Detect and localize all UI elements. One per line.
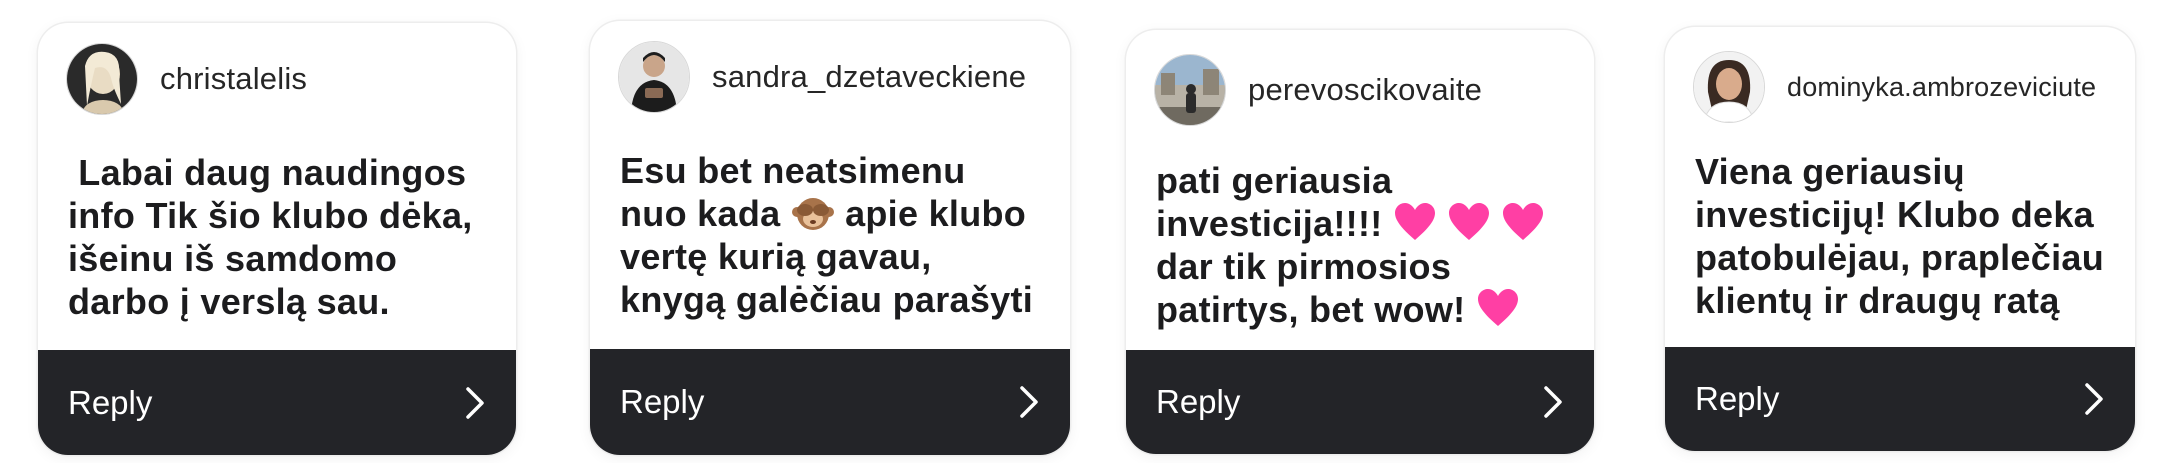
message-line: knygą galėčiau parašyti	[620, 279, 1034, 320]
reply-label: Reply	[68, 383, 153, 421]
message-line: išeinu iš samdomo	[68, 238, 398, 279]
chevron-right-icon	[1020, 386, 1038, 418]
reply-button[interactable]: Reply	[1665, 347, 2135, 451]
card-header: sandra_dzetaveckiene	[618, 41, 1050, 113]
username[interactable]: sandra_dzetaveckiene	[712, 59, 1026, 95]
username[interactable]: christalelis	[160, 61, 307, 97]
message-line: patobulėjau, praplečiau	[1695, 237, 2104, 278]
message-line: klientų ir draugų ratą	[1695, 280, 2060, 321]
reply-label: Reply	[1695, 380, 1780, 417]
see-no-evil-monkey-emoji	[791, 198, 834, 230]
username[interactable]: perevoscikovaite	[1248, 72, 1482, 108]
pink-heart-emoji	[1477, 289, 1518, 326]
chevron-right-icon	[466, 386, 484, 419]
story-reply-card: christalelis Labai daug naudingos info T…	[38, 23, 516, 455]
message-line: vertę kurią gavau,	[620, 236, 932, 277]
pink-heart-emoji	[1394, 203, 1435, 240]
reply-button[interactable]: Reply	[590, 349, 1070, 455]
message-line: dar tik pirmosios	[1156, 246, 1452, 287]
story-reply-card: sandra_dzetaveckiene Esu bet neatsimenu …	[590, 21, 1070, 455]
chevron-right-icon	[1544, 386, 1562, 418]
message-text: patirtys, bet wow!	[1156, 289, 1466, 330]
message-line: pati geriausia	[1156, 160, 1393, 201]
avatar[interactable]	[66, 43, 138, 115]
message-line-with-emoji: nuo kada apie klubo	[620, 192, 1048, 235]
reply-message: pati geriausia investicija!!!! dar tik p…	[1156, 159, 1572, 331]
reply-label: Reply	[620, 383, 705, 420]
message-text: nuo kada	[620, 193, 781, 234]
reply-message: Labai daug naudingos info Tik šio klubo …	[68, 151, 494, 323]
message-line: Labai daug naudingos	[68, 152, 467, 193]
reply-button[interactable]: Reply	[1126, 350, 1594, 454]
avatar[interactable]	[618, 41, 690, 113]
message-text: apie klubo	[845, 193, 1027, 234]
message-line-with-emoji: patirtys, bet wow!	[1156, 288, 1572, 331]
reply-message: Viena geriausių investicijų! Klubo deka …	[1695, 150, 2113, 322]
card-header: dominyka.ambrozeviciute	[1693, 51, 2115, 123]
message-line: darbo į verslą sau.	[68, 281, 390, 322]
reply-label: Reply	[1156, 383, 1241, 420]
message-line: info Tik šio klubo dėka,	[68, 195, 473, 236]
message-line: Esu bet neatsimenu	[620, 150, 966, 191]
card-header: perevoscikovaite	[1154, 54, 1574, 126]
message-line-with-emoji: investicija!!!!	[1156, 202, 1572, 245]
reply-message: Esu bet neatsimenu nuo kada apie klubo v…	[620, 149, 1048, 321]
pink-heart-emoji	[1449, 203, 1490, 240]
message-line: investicijų! Klubo deka	[1695, 194, 2094, 235]
chevron-right-icon	[2085, 383, 2103, 415]
reply-button[interactable]: Reply	[38, 350, 516, 455]
story-reply-card: perevoscikovaite pati geriausia investic…	[1126, 30, 1594, 454]
pink-heart-emoji	[1503, 203, 1544, 240]
message-text: investicija!!!!	[1156, 203, 1383, 244]
avatar[interactable]	[1154, 54, 1226, 126]
message-line: Viena geriausių	[1695, 151, 1965, 192]
card-header: christalelis	[66, 43, 496, 115]
username[interactable]: dominyka.ambrozeviciute	[1787, 72, 2096, 103]
avatar[interactable]	[1693, 51, 1765, 123]
story-reply-card: dominyka.ambrozeviciute Viena geriausių …	[1665, 27, 2135, 451]
